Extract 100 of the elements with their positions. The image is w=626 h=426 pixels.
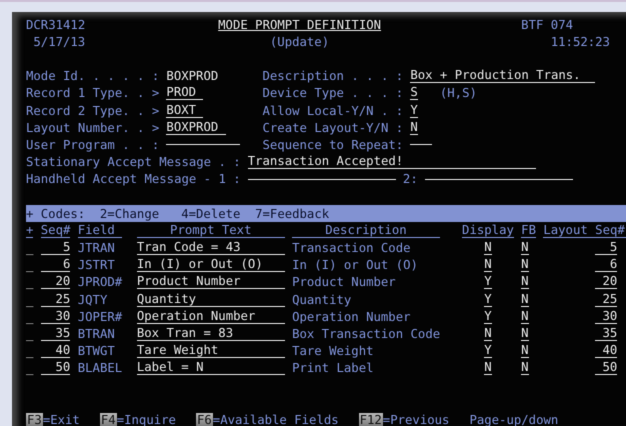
seq-input[interactable]: 25 (40, 292, 70, 307)
prompt-input[interactable]: Label = N (136, 361, 285, 376)
table-cell: JSTRT (78, 258, 115, 272)
prompt-input[interactable]: Product Number (136, 275, 285, 290)
time: 11:52:23 (550, 34, 610, 49)
table-cell: In (I) or Out (O) (292, 258, 418, 272)
option-input[interactable]: _ (26, 241, 34, 256)
prompt-input[interactable]: Operation Number (136, 310, 285, 324)
table-cell: BLABEL (78, 361, 122, 376)
code-option: 4=Delete (181, 206, 240, 221)
field-label: 2: (402, 172, 418, 186)
column-header: Seq# (40, 224, 70, 238)
field-label: Device Type . . . : (262, 86, 403, 100)
option-input[interactable]: _ (26, 361, 34, 376)
layout-seq-input[interactable]: 20 (595, 275, 618, 290)
column-header: Description (292, 224, 440, 238)
device-id: BTF 074 (521, 18, 573, 32)
table-cell: Tare Weight (292, 344, 374, 358)
field-value: BOXPROD (166, 69, 220, 84)
option-input[interactable]: _ (26, 292, 34, 307)
table-cell: JPROD# (78, 275, 122, 290)
field-label: Allow Local-Y/N . : (262, 104, 403, 118)
option-input[interactable]: _ (26, 344, 34, 358)
field-label: Mode Id. . . . . : (26, 69, 160, 84)
seq-input[interactable]: 30 (40, 310, 70, 324)
layout-seq-input[interactable]: 6 (595, 258, 618, 272)
function-key[interactable]: F12=Previous (358, 412, 448, 426)
fb-input[interactable]: N (521, 310, 529, 324)
input-field[interactable]: Y (410, 104, 418, 118)
seq-input[interactable]: 20 (40, 275, 70, 290)
field-label: Record 1 Type. . > (26, 86, 160, 100)
table-cell: Print Label (292, 361, 374, 376)
layout-seq-input[interactable]: 5 (595, 241, 618, 256)
display-input[interactable]: Y (484, 310, 492, 324)
prompt-input[interactable]: Quantity (136, 292, 285, 307)
input-field[interactable]: Transaction Accepted! (248, 155, 536, 170)
table-cell: JOPER# (78, 310, 122, 324)
table-cell: Operation Number (292, 310, 410, 324)
seq-input[interactable]: 35 (40, 326, 70, 341)
seq-input[interactable]: 6 (40, 258, 70, 272)
field-label: Stationary Accept Message . : (26, 155, 240, 170)
input-field[interactable]: N (410, 120, 418, 135)
display-input[interactable]: Y (484, 275, 492, 290)
function-key[interactable]: F3=Exit (26, 412, 78, 426)
input-field[interactable]: Box + Production Trans. (410, 69, 596, 84)
seq-input[interactable]: 50 (40, 361, 70, 376)
field-label: Create Layout-Y/N : (262, 120, 403, 135)
date: 5/17/13 (33, 34, 86, 49)
seq-input[interactable]: 40 (40, 344, 70, 358)
column-header: Layout Seq# (543, 224, 626, 238)
field-label: User Program . . : (26, 138, 160, 152)
fb-input[interactable]: N (521, 241, 529, 256)
prompt-input[interactable]: In (I) or Out (O) (136, 258, 285, 272)
layout-seq-input[interactable]: 35 (595, 326, 618, 341)
option-input[interactable]: _ (26, 310, 34, 324)
column-header: FB (521, 224, 536, 238)
table-cell: JTRAN (78, 241, 115, 256)
input-field[interactable]: PROD (166, 86, 204, 100)
option-input[interactable]: _ (26, 326, 34, 341)
column-header: Prompt Text (136, 224, 285, 238)
field-label: Layout Number. . > (26, 120, 160, 135)
code-option: 2=Change (100, 206, 160, 221)
table-cell: Transaction Code (292, 241, 410, 256)
field-label: Description . . . : (262, 69, 403, 84)
program-id: DCR31412 (26, 18, 86, 32)
prompt-input[interactable]: Tare Weight (136, 344, 285, 358)
fb-input[interactable]: N (521, 275, 529, 290)
column-header: Display (462, 224, 514, 238)
prompt-input[interactable]: Box Tran = 83 (136, 326, 285, 341)
mode-label: (Update) (270, 34, 330, 49)
codes-label: Codes: (40, 206, 86, 221)
field-hint: (H,S) (440, 86, 477, 100)
fb-input[interactable]: N (521, 326, 529, 341)
option-input[interactable]: _ (26, 275, 34, 290)
display-input[interactable]: N (484, 258, 492, 272)
input-field[interactable]: S (410, 86, 418, 100)
function-key[interactable]: F6=Available Fields (196, 412, 336, 426)
layout-seq-input[interactable]: 25 (595, 292, 618, 307)
table-cell: BTRAN (78, 326, 115, 341)
codes-marker: + (26, 206, 34, 221)
fb-input[interactable]: N (521, 344, 529, 358)
input-field[interactable]: BOXT (166, 104, 204, 118)
layout-seq-input[interactable]: 40 (595, 344, 618, 358)
seq-input[interactable]: 5 (40, 241, 70, 256)
display-input[interactable]: N (484, 361, 492, 376)
layout-seq-input[interactable]: 30 (595, 310, 618, 324)
table-cell: BTWGT (78, 344, 115, 358)
display-input[interactable]: N (484, 241, 492, 256)
input-field[interactable]: BOXPROD (166, 120, 226, 135)
table-cell: Quantity (292, 292, 352, 307)
option-input[interactable]: _ (26, 258, 34, 272)
column-header: Field (78, 224, 122, 238)
display-input[interactable]: Y (484, 344, 492, 358)
display-input[interactable]: N (484, 326, 492, 341)
fb-input[interactable]: N (521, 258, 529, 272)
display-input[interactable]: Y (484, 292, 492, 307)
prompt-input[interactable]: Tran Code = 43 (136, 241, 285, 256)
layout-seq-input[interactable]: 50 (595, 361, 618, 376)
fb-input[interactable]: N (521, 292, 529, 307)
fb-input[interactable]: N (521, 361, 529, 376)
